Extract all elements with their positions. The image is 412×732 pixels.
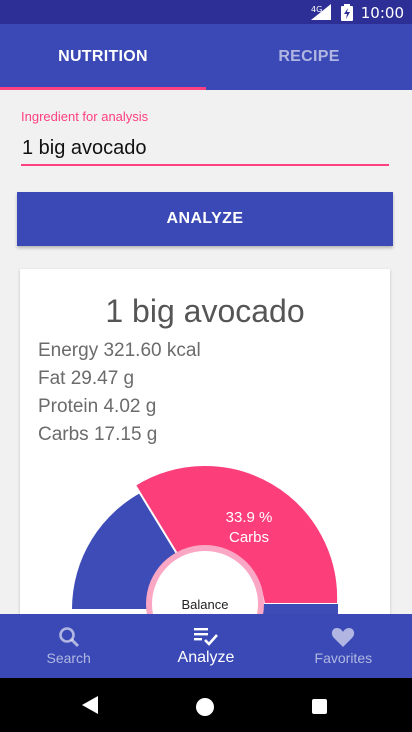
carbs-slice-name: Carbs — [229, 529, 269, 546]
nav-favorites[interactable]: Favorites — [275, 614, 412, 678]
ingredient-field-label: Ingredient for analysis — [21, 109, 149, 124]
playlist-check-icon — [193, 628, 218, 646]
carbs-value: Carbs 17.15 g — [38, 424, 158, 445]
nav-analyze[interactable]: Analyze — [137, 614, 274, 678]
status-time: 10:00 — [360, 4, 404, 22]
status-bar: 4G 10:00 — [0, 0, 412, 24]
battery-icon — [341, 4, 353, 21]
result-title: 1 big avocado — [105, 293, 305, 329]
carbs-percent-label: 33.9 % — [226, 509, 273, 526]
result-card: 1 big avocado Energy 321.60 kcal Fat 29.… — [20, 269, 390, 629]
system-navigation-bar — [0, 678, 412, 732]
recent-apps-icon[interactable] — [312, 699, 327, 714]
tab-nutrition[interactable]: NUTRITION — [0, 24, 206, 90]
energy-value: Energy 321.60 kcal — [38, 340, 201, 361]
fat-value: Fat 29.47 g — [38, 368, 135, 389]
ingredient-input[interactable] — [21, 132, 389, 166]
tab-bar: NUTRITION RECIPE — [0, 24, 412, 90]
cell-signal-icon: 4G — [311, 4, 331, 20]
nav-search[interactable]: Search — [0, 614, 137, 678]
network-type: 4G — [311, 5, 322, 14]
nav-favorites-label: Favorites — [314, 650, 373, 666]
home-icon[interactable] — [196, 698, 214, 716]
nav-search-label: Search — [46, 650, 91, 666]
tab-recipe[interactable]: RECIPE — [206, 24, 412, 90]
chart-center-label: Balance — [182, 597, 229, 612]
nav-analyze-label: Analyze — [177, 649, 235, 666]
search-icon — [58, 627, 79, 648]
nutrition-stats: Energy 321.60 kcal Fat 29.47 g Protein 4… — [38, 337, 201, 449]
protein-value: Protein 4.02 g — [38, 396, 157, 417]
analyze-button[interactable]: ANALYZE — [17, 192, 393, 246]
balance-chart: 33.9 % Carbs Balance — [72, 464, 340, 629]
bottom-navigation: Search Analyze Favorites — [0, 614, 412, 678]
back-icon[interactable] — [82, 696, 98, 714]
heart-icon — [332, 628, 355, 647]
